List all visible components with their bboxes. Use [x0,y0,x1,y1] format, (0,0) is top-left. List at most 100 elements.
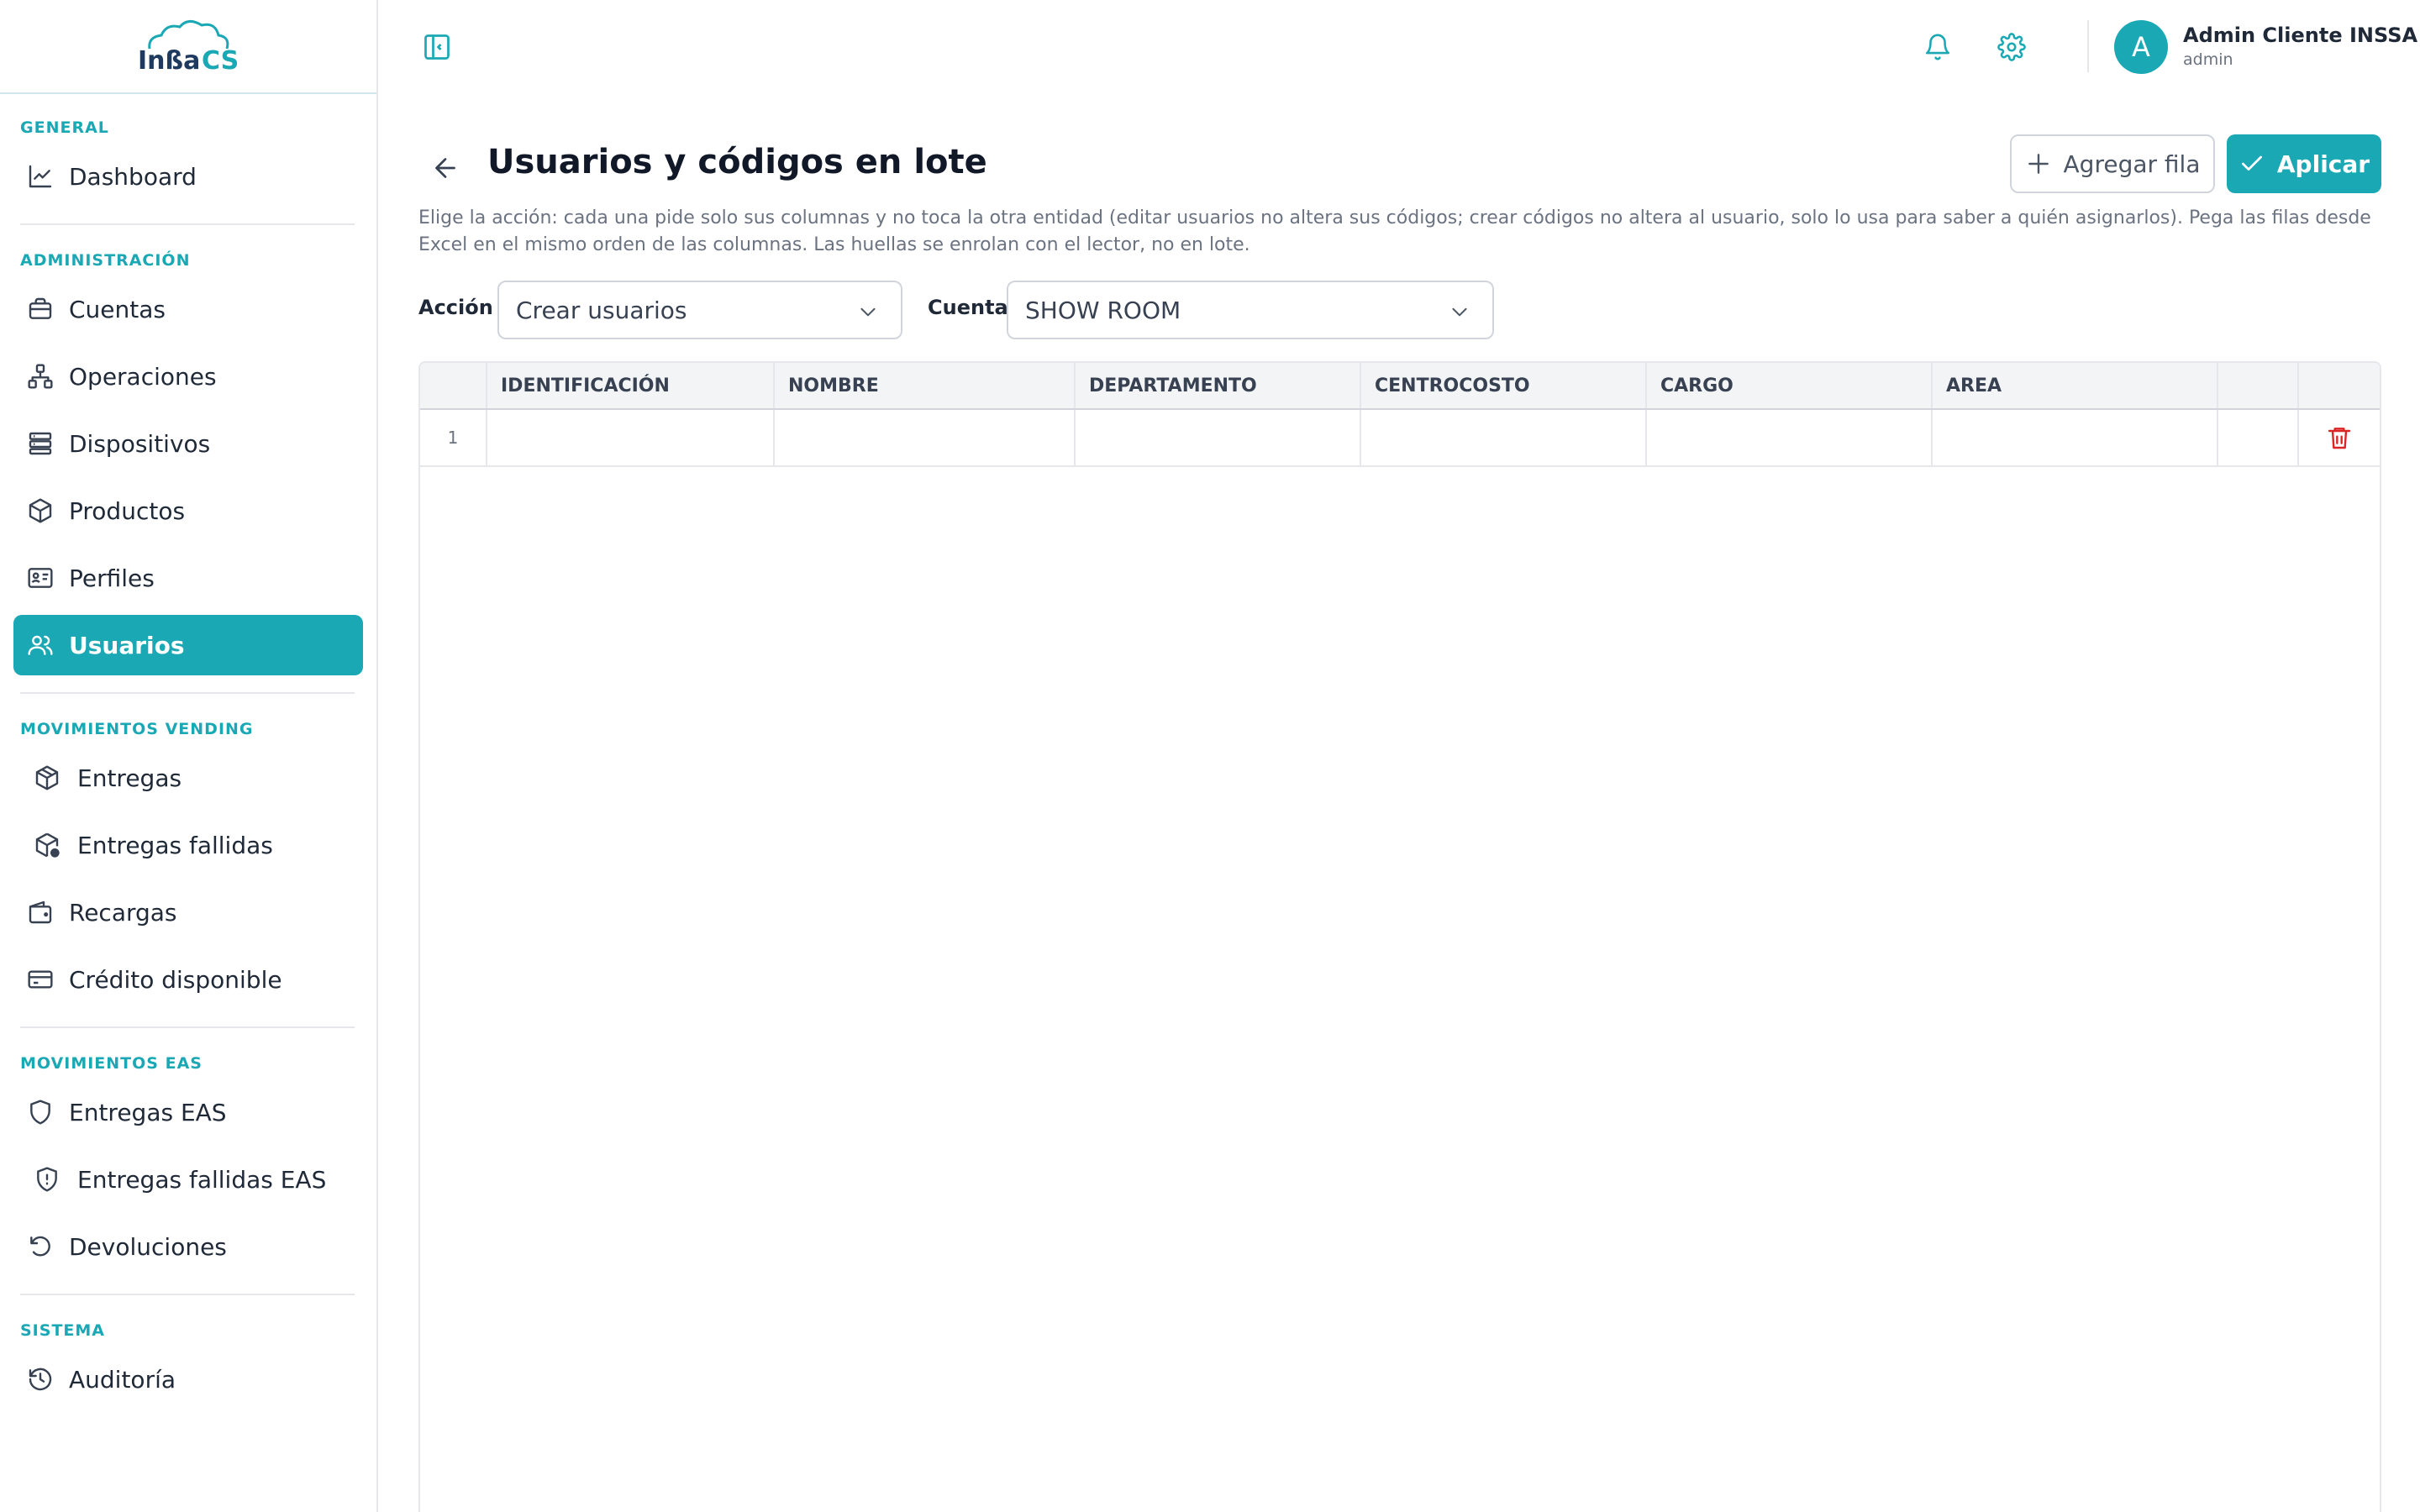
section-sistema: SISTEMA Auditoría [0,1319,376,1410]
back-button[interactable] [425,148,466,188]
section-title: ADMINISTRACIÓN [20,251,191,270]
app-logo[interactable]: Inßa CS [0,0,376,94]
sidebar-item-label: Operaciones [69,362,217,391]
extra-column-header [2218,363,2299,408]
grid-cell-area[interactable] [1933,410,2218,465]
settings-button[interactable] [1995,30,2028,64]
credit-card-icon [25,964,55,995]
sidebar-item-label: Entregas fallidas EAS [77,1165,327,1194]
package-icon [32,763,62,793]
shield-alert-icon [32,1164,62,1194]
sidebar-item-cuentas[interactable]: Cuentas [13,279,363,339]
sidebar-divider [20,1026,355,1028]
sidebar-item-devoluciones[interactable]: Devoluciones [13,1216,363,1277]
cloud-logo-icon: Inßa CS [138,20,239,74]
briefcase-icon [25,294,55,324]
action-label: Acción [418,296,493,319]
section-movimientos-vending: MOVIMIENTOS VENDING Entregas Entregas fa… [0,717,376,1010]
sidebar-item-label: Entregas fallidas [77,831,273,859]
grid-cell-departamento[interactable] [1076,410,1361,465]
column-header[interactable]: AREA [1933,363,2218,408]
row-number-header [420,363,487,408]
sidebar-item-entregas-fallidas-eas[interactable]: Entregas fallidas EAS [13,1149,363,1210]
package-alert-icon [32,830,62,860]
wallet-icon [25,897,55,927]
user-role: admin [2183,50,2233,69]
sidebar-item-operaciones[interactable]: Operaciones [13,346,363,407]
grid-cell-extra[interactable] [2218,410,2299,465]
chevron-down-icon [860,307,876,317]
sidebar-item-label: Dashboard [69,162,197,191]
sidebar-item-label: Auditoría [69,1365,176,1394]
sidebar-item-dispositivos[interactable]: Dispositivos [13,413,363,474]
sidebar-item-label: Recargas [69,898,177,927]
sidebar-item-label: Cuentas [69,295,166,323]
notifications-button[interactable] [1921,30,1954,64]
box-icon [25,496,55,526]
account-select[interactable]: SHOW ROOM [1007,281,1494,339]
delete-row-button[interactable] [2299,410,2380,465]
sidebar-item-entregas[interactable]: Entregas [13,748,363,808]
sidebar-divider [20,692,355,694]
top-bar: A Admin Cliente INSSA admin [380,0,2420,94]
apply-label: Aplicar [2276,150,2370,178]
avatar[interactable]: A [2114,20,2168,74]
column-header[interactable]: CARGO [1647,363,1933,408]
section-title: MOVIMIENTOS EAS [20,1054,203,1073]
grid-cell-identificacion[interactable] [487,410,775,465]
sidebar-item-productos[interactable]: Productos [13,480,363,541]
column-header[interactable]: DEPARTAMENTO [1076,363,1361,408]
user-name: Admin Cliente INSSA [2183,24,2418,47]
arrow-left-icon [435,158,455,178]
column-header[interactable]: IDENTIFICACIÓN [487,363,775,408]
gear-icon [1997,33,2026,61]
sidebar-item-credito-disponible[interactable]: Crédito disponible [13,949,363,1010]
page-description: Elige la acción: cada una pide solo sus … [418,207,2371,255]
shield-icon [25,1097,55,1127]
grid-header: IDENTIFICACIÓN NOMBRE DEPARTAMENTO CENTR… [420,363,2380,410]
section-title: SISTEMA [20,1321,105,1340]
svg-text:Inßa: Inßa [138,46,200,74]
bell-icon [1925,34,1950,60]
sidebar-item-label: Crédito disponible [69,965,282,994]
sidebar-item-label: Entregas [77,764,182,792]
sidebar-item-label: Usuarios [69,631,185,659]
actions-column-header [2299,363,2380,408]
sidebar-item-label: Productos [69,496,186,525]
grid-cell-nombre[interactable] [775,410,1076,465]
add-row-button[interactable]: Agregar fila [2010,134,2215,193]
apply-button[interactable]: Aplicar [2227,134,2381,193]
grid-cell-cargo[interactable] [1647,410,1933,465]
sidebar-item-label: Entregas EAS [69,1098,227,1126]
chart-line-icon [25,161,55,192]
sidebar-item-perfiles[interactable]: Perfiles [13,548,363,608]
plus-icon [2028,154,2049,174]
history-icon [25,1364,55,1394]
add-row-label: Agregar fila [2063,150,2201,178]
row-number: 1 [420,410,487,465]
account-select-value: SHOW ROOM [1025,296,1181,324]
sidebar-item-label: Perfiles [69,564,155,592]
sidebar-item-auditoria[interactable]: Auditoría [13,1349,363,1410]
rotate-ccw-icon [25,1231,55,1262]
column-header[interactable]: CENTROCOSTO [1361,363,1647,408]
section-title: MOVIMIENTOS VENDING [20,720,254,738]
action-select-value: Crear usuarios [516,296,687,324]
section-title: GENERAL [20,118,109,137]
action-select[interactable]: Crear usuarios [497,281,902,339]
sidebar-item-recargas[interactable]: Recargas [13,882,363,942]
header-divider [2087,20,2089,72]
sidebar-item-usuarios[interactable]: Usuarios [13,615,363,675]
sidebar-item-dashboard[interactable]: Dashboard [13,146,363,207]
sidebar-toggle-button[interactable] [420,30,454,64]
users-icon [25,630,55,660]
sidebar-divider [20,223,355,225]
trash-icon [2328,428,2351,449]
sidebar: Inßa CS GENERAL Dashboard ADMINISTRACIÓN… [0,0,378,1512]
section-movimientos-eas: MOVIMIENTOS EAS Entregas EAS Entregas fa… [0,1052,376,1277]
grid-cell-centrocosto[interactable] [1361,410,1647,465]
sidebar-item-entregas-eas[interactable]: Entregas EAS [13,1082,363,1142]
column-header[interactable]: NOMBRE [775,363,1076,408]
section-administracion: ADMINISTRACIÓN Cuentas Operaciones Dispo… [0,249,376,675]
sidebar-item-entregas-fallidas[interactable]: Entregas fallidas [13,815,363,875]
